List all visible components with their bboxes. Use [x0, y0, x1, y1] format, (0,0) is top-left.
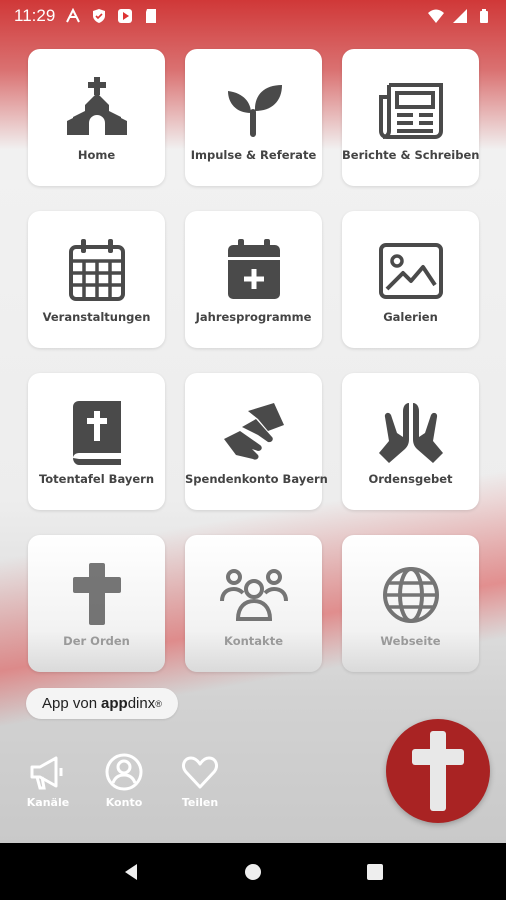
status-time: 11:29 [14, 6, 56, 25]
tile-home[interactable]: Home [28, 49, 165, 186]
globe-icon [382, 567, 439, 623]
sprout-icon [227, 85, 282, 137]
tile-veranstaltungen[interactable]: Veranstaltungen [28, 211, 165, 348]
nav-recents-button[interactable] [363, 860, 387, 884]
bottom-actions: Kanäle Konto Teilen [22, 752, 226, 809]
main-cross-button[interactable] [386, 719, 490, 823]
tile-label: Spendenkonto Bayern [185, 472, 328, 486]
calendar-plus-icon [227, 239, 280, 299]
font-icon [66, 8, 81, 23]
calendar-icon [68, 239, 125, 301]
tile-jahresprogramme[interactable]: Jahresprogramme [185, 211, 322, 348]
kanaele-button[interactable]: Kanäle [22, 752, 74, 809]
tile-label: Berichte & Schreiben [342, 148, 480, 162]
users-icon [219, 569, 288, 621]
battery-icon [480, 9, 488, 23]
tile-grid: Home Impulse & Referate Berichte & Schre… [28, 49, 480, 672]
tile-berichte-schreiben[interactable]: Berichte & Schreiben [342, 49, 479, 186]
konto-button[interactable]: Konto [98, 752, 150, 809]
tile-label: Totentafel Bayern [38, 472, 155, 486]
system-nav-bar [0, 843, 506, 900]
praying-hands-icon [378, 403, 443, 463]
tile-label: Webseite [380, 634, 441, 648]
tile-label: Impulse & Referate [190, 148, 317, 162]
nav-back-button[interactable] [119, 860, 143, 884]
konto-label: Konto [105, 796, 143, 809]
account-icon [105, 753, 143, 791]
tile-totentafel-bayern[interactable]: Totentafel Bayern [28, 373, 165, 510]
tile-kontakte[interactable]: Kontakte [185, 535, 322, 672]
teilen-button[interactable]: Teilen [174, 752, 226, 809]
recents-square-icon [367, 863, 383, 880]
tile-label: Ordensgebet [368, 472, 453, 486]
image-icon [378, 243, 443, 299]
cross-icon [412, 731, 464, 811]
tile-webseite[interactable]: Webseite [342, 535, 479, 672]
tile-spendenkonto-bayern[interactable]: Spendenkonto Bayern [185, 373, 328, 510]
status-bar: 11:29 [0, 0, 506, 32]
back-triangle-icon [125, 863, 137, 880]
kanaele-label: Kanäle [26, 796, 70, 809]
signal-icon [453, 9, 467, 23]
tile-label: Der Orden [63, 634, 130, 648]
bible-icon [72, 401, 121, 465]
tile-ordensgebet[interactable]: Ordensgebet [342, 373, 479, 510]
church-icon [66, 77, 127, 135]
megaphone-icon [30, 756, 63, 790]
appdinx-prefix: App von [42, 695, 98, 712]
tile-der-orden[interactable]: Der Orden [28, 535, 165, 672]
tile-impulse-referate[interactable]: Impulse & Referate [185, 49, 322, 186]
appdinx-brand-bold: app [101, 695, 128, 712]
wifi-icon [428, 9, 444, 23]
newspaper-icon [378, 83, 443, 139]
tile-label: Veranstaltungen [42, 310, 151, 324]
home-circle-icon [245, 863, 261, 880]
appdinx-mark: ® [155, 698, 162, 709]
sd-card-icon [146, 9, 157, 23]
tile-label: Galerien [383, 310, 438, 324]
play-protect-icon [118, 9, 133, 23]
appdinx-badge[interactable]: App von app dinx ® [26, 688, 178, 719]
tile-label: Kontakte [224, 634, 283, 648]
heart-icon [182, 756, 218, 789]
cross-icon [72, 563, 121, 625]
tile-galerien[interactable]: Galerien [342, 211, 479, 348]
tile-label: Jahresprogramme [195, 310, 312, 324]
nav-home-button[interactable] [241, 860, 265, 884]
appdinx-brand-rest: dinx [127, 695, 156, 712]
tile-label: Home [77, 148, 116, 162]
teilen-label: Teilen [181, 796, 219, 809]
handshake-icon [223, 403, 284, 460]
shield-icon [93, 9, 106, 23]
